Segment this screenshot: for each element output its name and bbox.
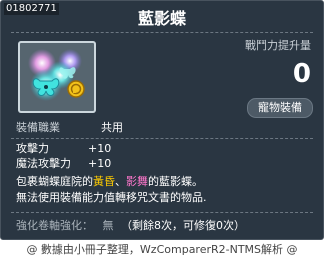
equip-job-label: 裝備職業 [16,121,60,134]
upgrade-label: 強化卷軸強化： [16,219,93,232]
divider [11,138,313,139]
stat-label: 魔法攻擊力 [16,157,71,170]
description-text: 的藍影蝶。 [148,175,203,188]
butterfly-pet-icon [28,49,85,101]
stat-label: 攻擊力 [16,142,49,155]
pet-equip-button[interactable]: 寵物裝備 [247,98,313,118]
divider [11,212,313,213]
stat-value: +10 [88,157,112,170]
combat-power-label: 戰鬥力提升量 [245,39,311,52]
item-name: 藍影蝶 [137,9,186,28]
combat-power-value: 0 [292,59,311,89]
stat-magic-attack: 魔法攻擊力 +10 [16,157,111,171]
footer-credit: @ 數據由小冊子整理，WzComparerR2-NTMS解析 @ [26,243,298,256]
upgrade-value: 無 [102,219,114,232]
upgrade-detail: （剩餘8次，可修復0次） [121,219,245,232]
description-highlight: 黃昏 [93,175,115,188]
description-text: 包裹蝴蝶庭院的 [16,175,93,188]
equip-job-value: 共用 [101,121,123,134]
stat-attack: 攻擊力 +10 [16,142,111,156]
item-description: 包裹蝴蝶庭院的黃昏、影舞的藍影蝶。 [16,175,203,189]
item-tooltip: 01802771 藍影蝶 戰鬥力提升量 0 寵物裝備 裝備職業 共用 攻擊力 +… [0,0,324,240]
divider [11,32,313,33]
item-restriction-note: 無法使用裝備能力值轉移咒文書的物品. [16,191,207,204]
item-icon-frame [18,41,96,113]
description-separator: 、 [115,175,126,188]
description-highlight: 影舞 [126,175,148,188]
scroll-upgrade-info: 強化卷軸強化： 無 （剩餘8次，可修復0次） [16,219,245,233]
stat-value: +10 [88,142,112,155]
